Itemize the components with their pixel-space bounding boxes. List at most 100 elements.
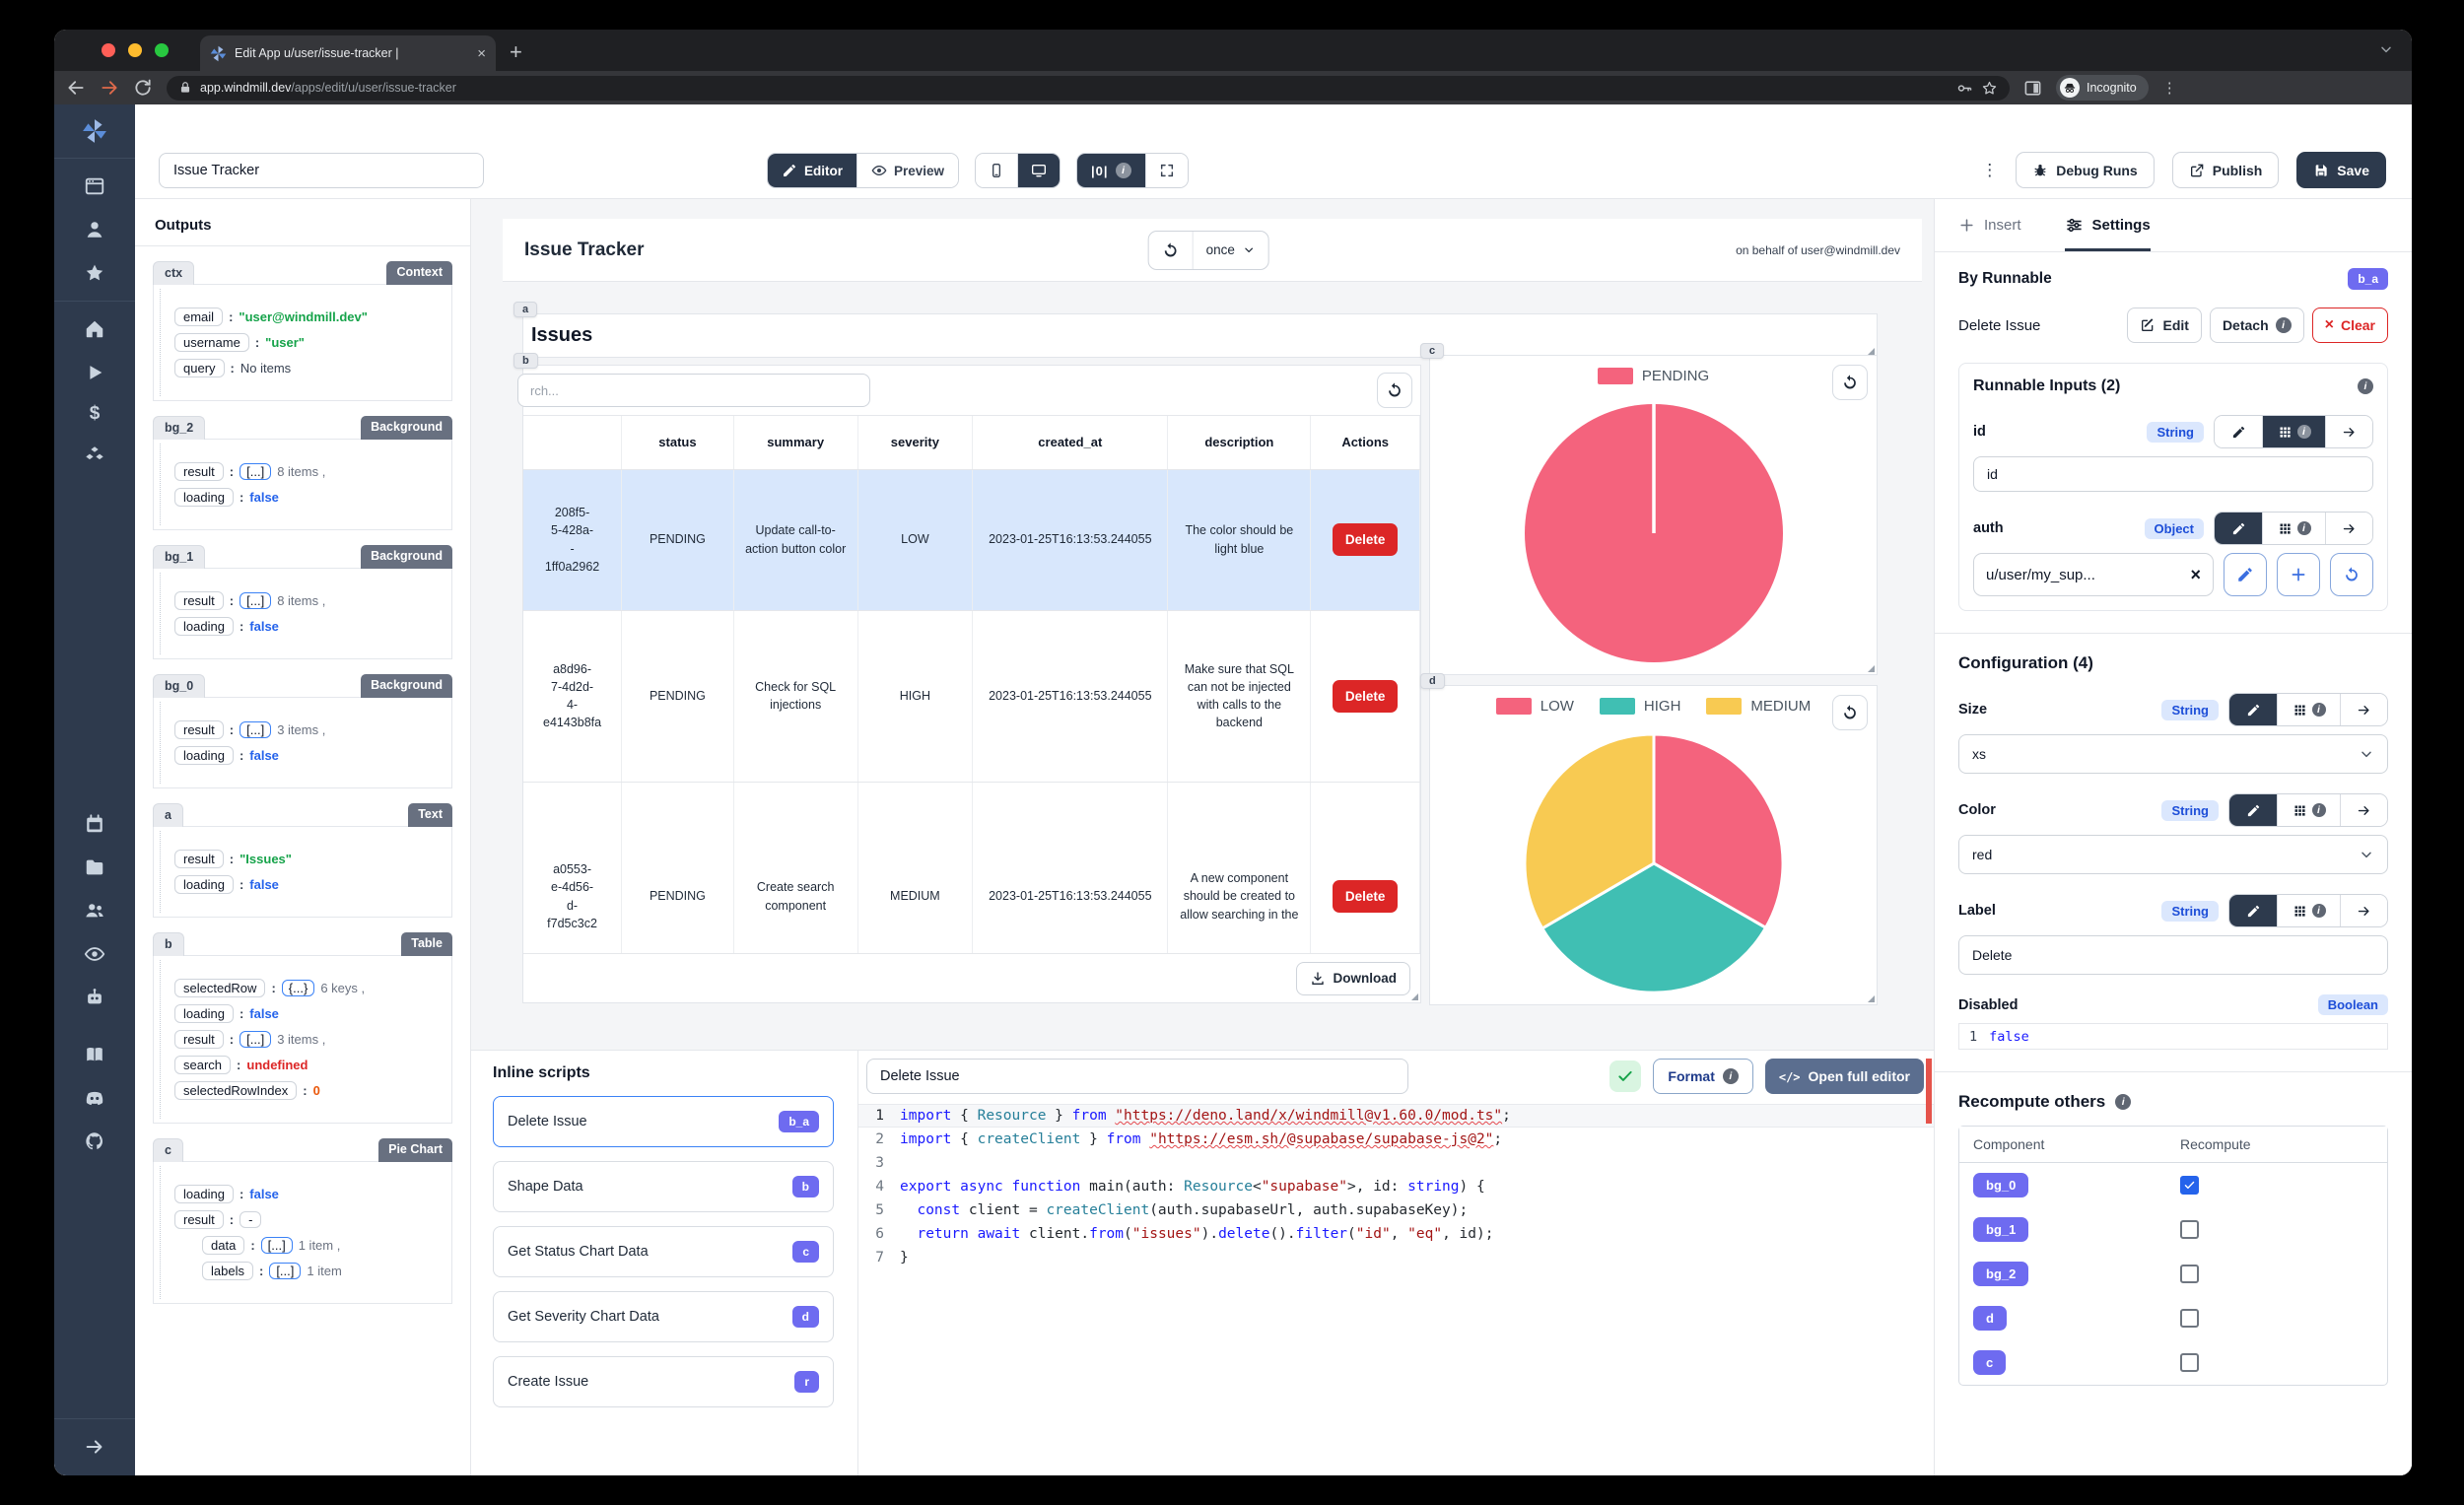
edit-resource-button[interactable]: [2224, 553, 2267, 596]
component-tag[interactable]: c: [1420, 343, 1444, 359]
key-icon[interactable]: [1956, 80, 1973, 97]
expand-value-chip[interactable]: [...]: [240, 592, 271, 609]
download-button[interactable]: Download: [1296, 962, 1411, 995]
component-id-tab[interactable]: ctx: [153, 261, 194, 285]
recompute-checkbox[interactable]: [2180, 1176, 2199, 1195]
inline-script-item[interactable]: Create Issue r: [493, 1356, 834, 1407]
star-icon[interactable]: [84, 262, 105, 284]
component-id-tab[interactable]: bg_2: [153, 416, 205, 440]
refresh-button[interactable]: [1149, 232, 1193, 269]
table-row[interactable]: 208f5- 5-428a- - 1ff0a2962 PENDING Updat…: [523, 469, 1420, 610]
arrow-right-icon[interactable]: [84, 1436, 105, 1458]
table-row[interactable]: a8d96- 7-4d2d- 4- e4143b8fa PENDING Chec…: [523, 610, 1420, 782]
desktop-view-button[interactable]: [1017, 154, 1060, 187]
windmill-logo[interactable]: [82, 118, 107, 144]
eval-mode-button[interactable]: [2340, 694, 2387, 725]
label-value-input[interactable]: [1958, 935, 2388, 975]
minimize-window-button[interactable]: [128, 43, 142, 57]
eval-mode-button[interactable]: [2340, 895, 2387, 926]
component-tag[interactable]: a: [513, 302, 537, 317]
app-window-icon[interactable]: [84, 175, 105, 197]
static-mode-button[interactable]: [2229, 794, 2277, 826]
disabled-expr-editor[interactable]: 1 false: [1958, 1023, 2388, 1050]
debug-runs-button[interactable]: Debug Runs: [2016, 152, 2154, 188]
inline-script-item[interactable]: Shape Data b: [493, 1161, 834, 1212]
robot-icon[interactable]: [84, 987, 105, 1008]
code-editor[interactable]: 1 import { Resource } from "https://deno…: [858, 1104, 1934, 1269]
inline-script-item[interactable]: Delete Issue b_a: [493, 1096, 834, 1147]
static-mode-button[interactable]: [2229, 694, 2277, 725]
browser-tab[interactable]: Edit App u/user/issue-tracker |: [200, 35, 496, 71]
open-full-editor-button[interactable]: Open full editor: [1765, 1059, 1924, 1094]
component-id-tab[interactable]: c: [153, 1138, 183, 1162]
component-id-tab[interactable]: b: [153, 932, 184, 956]
editor-mode-button[interactable]: Editor: [768, 154, 856, 187]
eye-icon[interactable]: [84, 943, 105, 965]
back-icon[interactable]: [66, 78, 86, 98]
play-icon[interactable]: [84, 362, 105, 383]
eval-mode-button[interactable]: [2325, 416, 2372, 447]
github-icon[interactable]: [84, 1130, 105, 1152]
recompute-checkbox[interactable]: [2180, 1309, 2199, 1328]
eval-mode-button[interactable]: [2340, 794, 2387, 826]
connect-mode-button[interactable]: [2277, 694, 2340, 725]
component-tag[interactable]: d: [1420, 673, 1445, 689]
auth-resource-picker[interactable]: u/user/my_sup...: [1973, 553, 2214, 596]
refresh-resource-button[interactable]: [2330, 553, 2373, 596]
connect-mode-button[interactable]: [2277, 794, 2340, 826]
delete-row-button[interactable]: Delete: [1333, 680, 1399, 713]
save-button[interactable]: Save: [2296, 152, 2386, 188]
book-icon[interactable]: [84, 1044, 105, 1065]
script-name-input[interactable]: [866, 1059, 1408, 1094]
component-id-tab[interactable]: a: [153, 803, 183, 827]
delete-row-button[interactable]: Delete: [1333, 880, 1399, 913]
legend-item[interactable]: PENDING: [1598, 368, 1709, 384]
component-id-tab[interactable]: bg_1: [153, 545, 205, 569]
clear-resource-icon[interactable]: [2190, 566, 2201, 583]
tab-search-chevron-icon[interactable]: [2378, 41, 2394, 57]
forward-icon[interactable]: [100, 78, 119, 98]
new-tab-button[interactable]: [510, 39, 522, 65]
browser-menu-icon[interactable]: [2162, 79, 2177, 97]
mobile-view-button[interactable]: [976, 154, 1017, 187]
delete-row-button[interactable]: Delete: [1333, 523, 1399, 556]
inline-script-item[interactable]: Get Status Chart Data c: [493, 1226, 834, 1277]
expand-value-chip[interactable]: [...]: [261, 1237, 293, 1254]
format-button[interactable]: Format: [1653, 1059, 1752, 1094]
outputs-toggle-button[interactable]: |0|: [1077, 154, 1145, 187]
connect-mode-button[interactable]: [2262, 513, 2325, 544]
home-icon[interactable]: [84, 318, 105, 340]
pie-chart-component-severity[interactable]: d LOW HIGH MEDIUM: [1429, 685, 1878, 1005]
add-resource-button[interactable]: [2277, 553, 2320, 596]
expand-value-chip[interactable]: [...]: [269, 1263, 301, 1279]
chart-refresh-button[interactable]: [1832, 365, 1868, 400]
calendar-icon[interactable]: [84, 813, 105, 835]
edit-runnable-button[interactable]: Edit: [2127, 308, 2201, 343]
publish-button[interactable]: Publish: [2172, 152, 2280, 188]
tab-insert[interactable]: Insert: [1958, 199, 2021, 251]
recompute-checkbox[interactable]: [2180, 1353, 2199, 1372]
folder-icon[interactable]: [84, 856, 105, 878]
component-id-tab[interactable]: bg_0: [153, 674, 205, 698]
app-name-input[interactable]: [159, 153, 484, 188]
side-panel-icon[interactable]: [2023, 79, 2042, 98]
reload-icon[interactable]: [133, 78, 153, 98]
static-mode-button[interactable]: [2215, 416, 2262, 447]
legend-item[interactable]: HIGH: [1600, 698, 1681, 715]
id-value-input[interactable]: [1973, 456, 2373, 492]
address-bar[interactable]: app.windmill.dev/apps/edit/u/user/issue-…: [167, 76, 2010, 101]
recompute-checkbox[interactable]: [2180, 1220, 2199, 1239]
close-window-button[interactable]: [102, 43, 115, 57]
table-search-input[interactable]: [517, 374, 870, 407]
table-row[interactable]: a0553- e-4d56- d- f7d5c3c2 PENDING Creat…: [523, 782, 1420, 953]
static-mode-button[interactable]: [2229, 895, 2277, 926]
detach-runnable-button[interactable]: Detach: [2210, 308, 2304, 343]
eval-mode-button[interactable]: [2325, 513, 2372, 544]
preview-mode-button[interactable]: Preview: [856, 154, 958, 187]
component-tag[interactable]: b: [513, 353, 538, 369]
app-canvas[interactable]: Issue Tracker once on behalf of user@win…: [471, 199, 1934, 1475]
users-icon[interactable]: [84, 900, 105, 922]
close-tab-icon[interactable]: [477, 46, 486, 61]
connect-mode-button[interactable]: [2277, 895, 2340, 926]
tab-settings[interactable]: Settings: [2065, 199, 2151, 251]
